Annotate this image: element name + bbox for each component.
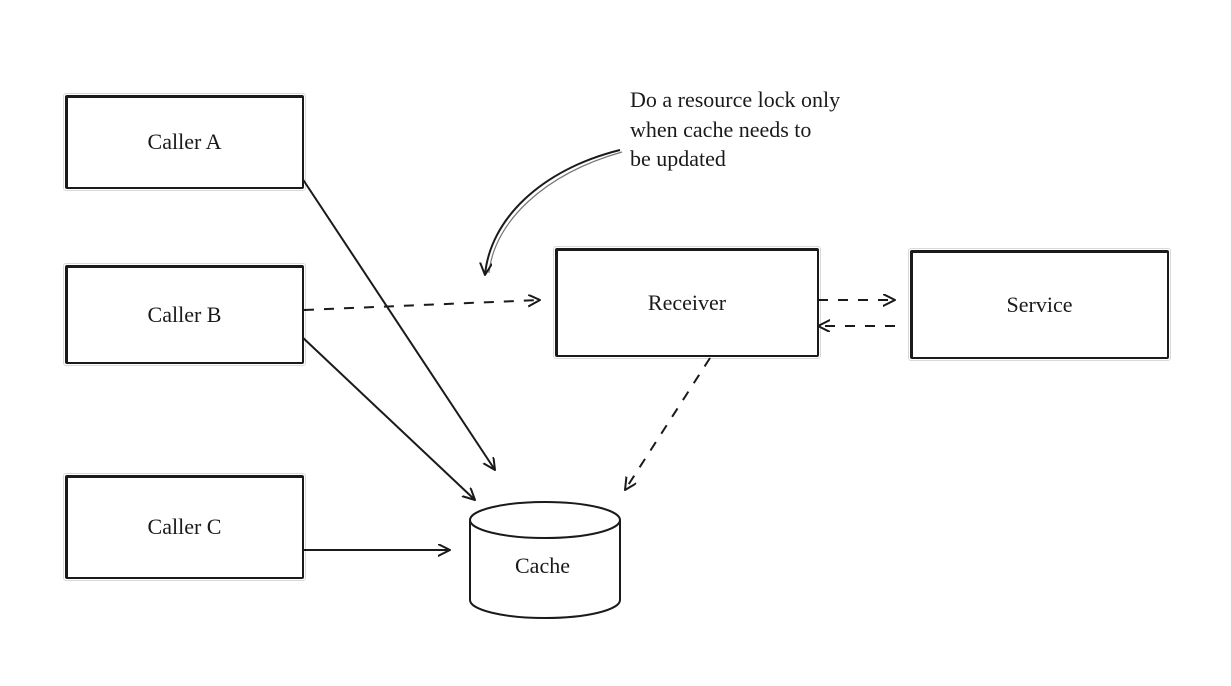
annotation-resource-lock: Do a resource lock only when cache needs…: [630, 85, 840, 174]
node-caller-c-label: Caller C: [148, 514, 222, 540]
node-caller-a: Caller A: [65, 95, 304, 189]
node-caller-b: Caller B: [65, 265, 304, 364]
diagram-canvas: Caller A Caller B Caller C Receiver Serv…: [0, 0, 1231, 686]
node-service-label: Service: [1007, 292, 1073, 318]
node-service: Service: [910, 250, 1169, 359]
node-caller-a-label: Caller A: [148, 129, 222, 155]
edge-caller-b-to-receiver: [304, 300, 540, 310]
edge-caller-b-to-cache: [300, 335, 475, 500]
node-caller-c: Caller C: [65, 475, 304, 579]
node-receiver-label: Receiver: [648, 290, 726, 316]
edge-receiver-to-cache: [625, 358, 710, 490]
node-receiver: Receiver: [555, 248, 819, 357]
node-cache-label: Cache: [515, 553, 570, 579]
node-caller-b-label: Caller B: [148, 302, 222, 328]
